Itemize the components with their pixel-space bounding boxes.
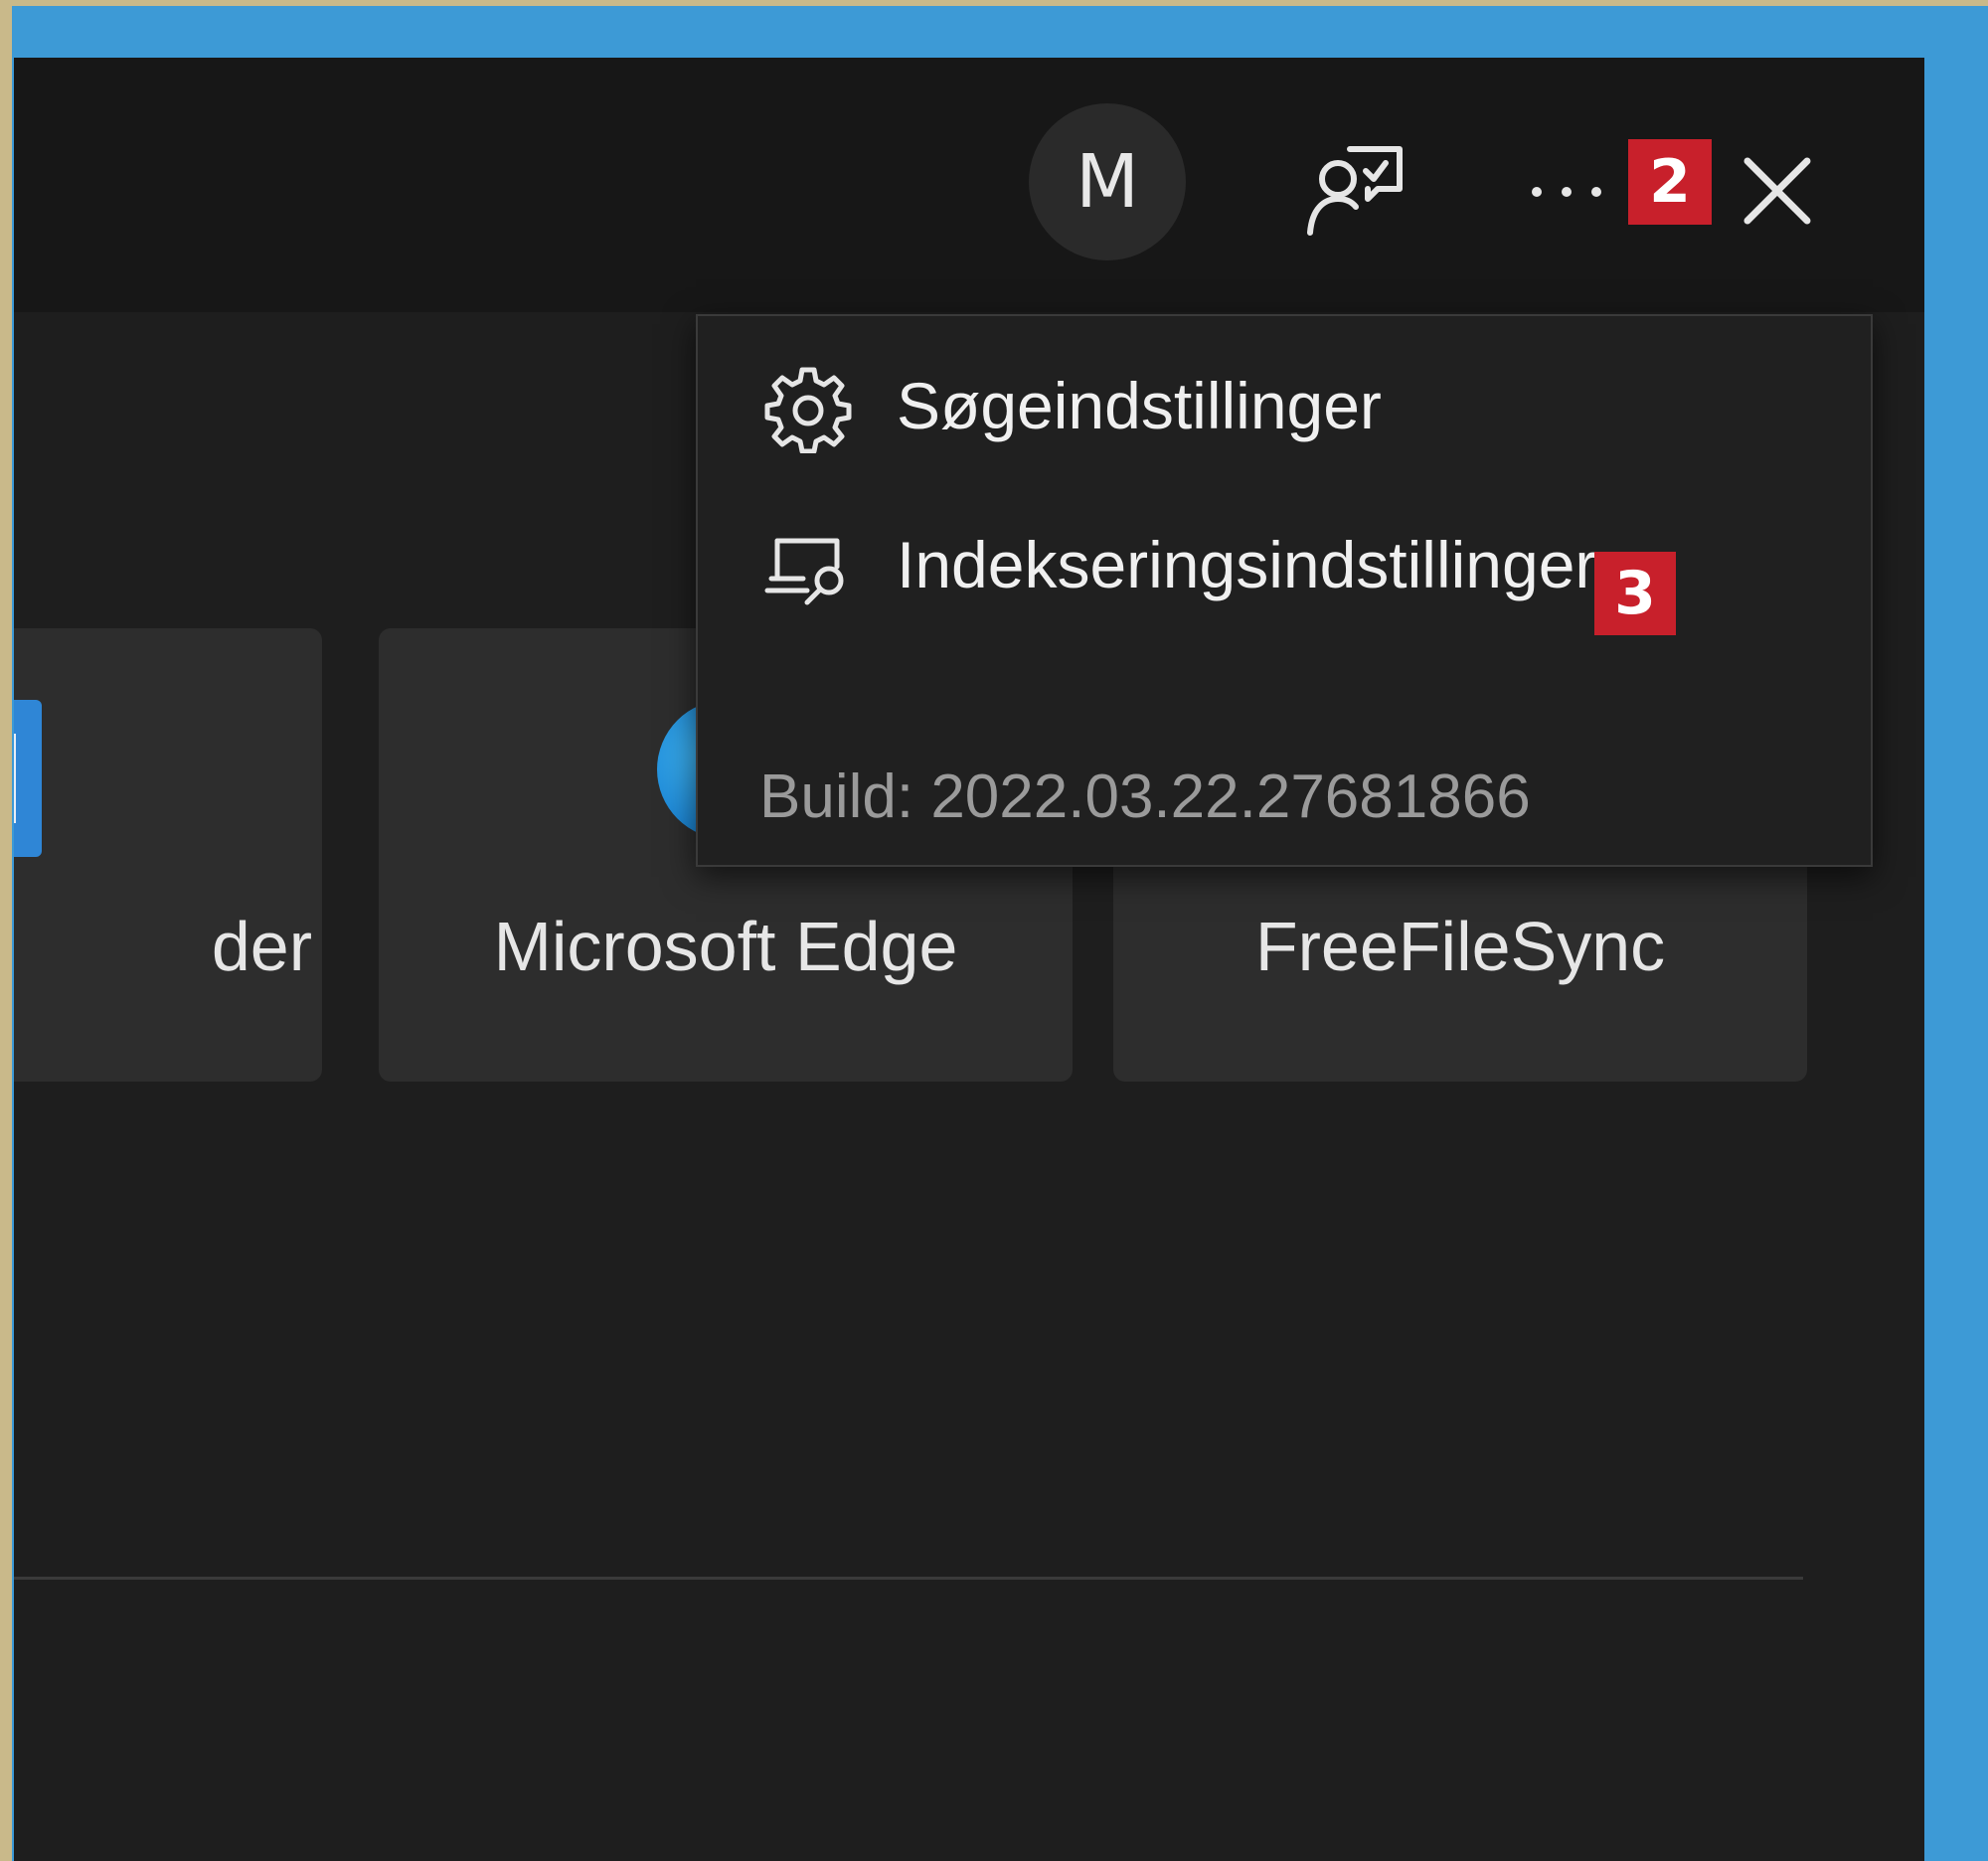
user-avatar[interactable]: M [1029,103,1186,260]
app-icon [14,700,42,857]
step-badge: 2 [1628,139,1712,225]
app-card-label: FreeFileSync [1254,908,1666,985]
build-version: Build: 2022.03.22.27681866 [759,762,1531,831]
menu-item-search-settings[interactable]: Søgeindstillinger [698,338,1871,467]
gear-icon [764,367,852,453]
more-options-button[interactable] [1517,157,1626,227]
app-card-label: der [211,908,312,985]
close-button[interactable] [1728,141,1827,241]
search-window: M 2 der Microsoft Edge FreeFileSync Søge… [14,58,1924,1861]
step-badge: 3 [1594,552,1676,635]
section-divider [14,1577,1803,1580]
more-options-menu: Søgeindstillinger Indekseringsindstillin… [696,314,1873,867]
app-card-reader[interactable]: der [14,628,322,1082]
indexing-icon [764,538,844,605]
menu-item-label: Indekseringsindstillinger [897,528,1597,601]
top-bar: M 2 [14,58,1924,312]
close-icon [1743,157,1811,225]
app-card-label: Microsoft Edge [493,908,958,985]
feedback-icon [1307,146,1403,236]
feedback-button[interactable] [1300,137,1409,247]
menu-item-label: Søgeindstillinger [897,369,1382,442]
menu-item-indexing-settings[interactable]: Indekseringsindstillinger [698,497,1871,626]
ellipsis-icon [1532,187,1601,197]
